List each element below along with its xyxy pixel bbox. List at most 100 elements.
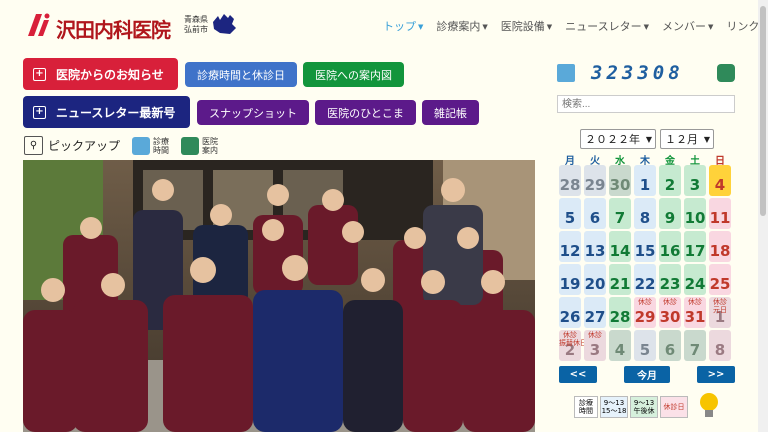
- calendar-day[interactable]: 9: [659, 198, 681, 229]
- calendar-day-number: 7: [689, 341, 701, 359]
- calendar-day[interactable]: 12: [559, 231, 581, 262]
- calendar-day[interactable]: 21: [609, 264, 631, 295]
- scrollbar-thumb[interactable]: [760, 6, 766, 216]
- calendar-day[interactable]: 18: [709, 231, 731, 262]
- calendar-day[interactable]: 8: [709, 330, 731, 361]
- calendar-day[interactable]: 7: [684, 330, 706, 361]
- calendar-day[interactable]: 26: [559, 297, 581, 328]
- calendar-day[interactable]: 4: [609, 330, 631, 361]
- calendar-day[interactable]: 1: [634, 165, 656, 196]
- calendar-day[interactable]: 20: [584, 264, 606, 295]
- plus-icon: +: [33, 67, 46, 81]
- calendar-day[interactable]: 2: [659, 165, 681, 196]
- plus-icon: +: [33, 105, 46, 119]
- counter-value: 323308: [591, 62, 684, 84]
- prev-month-button[interactable]: <<: [559, 366, 597, 383]
- calendar-day[interactable]: 5: [634, 330, 656, 361]
- calendar-day-number: 17: [684, 242, 706, 260]
- next-month-button[interactable]: >>: [697, 366, 735, 383]
- hours-button[interactable]: 診療時間と休診日: [185, 62, 297, 87]
- nav-item-1[interactable]: 診療案内 ▼: [436, 18, 487, 34]
- calendar-day-number: 27: [584, 308, 606, 326]
- calendar-day[interactable]: 28: [609, 297, 631, 328]
- calendar-day[interactable]: 17: [684, 231, 706, 262]
- current-month-button[interactable]: 今月: [624, 366, 670, 383]
- calendar-day[interactable]: 15: [634, 231, 656, 262]
- site-logo[interactable]: 沢田内科医院 青森県 弘前市: [22, 10, 236, 42]
- calendar-day[interactable]: 休診 3: [584, 330, 606, 361]
- calendar-day-number: 28: [609, 308, 631, 326]
- calendar-day[interactable]: 休診 29: [634, 297, 656, 328]
- clock-icon[interactable]: [132, 136, 151, 155]
- nav-item-0[interactable]: トップ ▼: [383, 18, 423, 34]
- staff-photo-illustration: [23, 160, 535, 432]
- search-input[interactable]: [557, 95, 735, 113]
- news-button[interactable]: + 医院からのお知らせ: [23, 58, 178, 90]
- calendar-day-number: 29: [584, 176, 606, 194]
- calendar-day[interactable]: 25: [709, 264, 731, 295]
- nav-item-label: ニュースレター: [565, 20, 642, 33]
- calendar-day-number: 19: [559, 275, 581, 293]
- logo-city: 弘前市: [184, 25, 208, 34]
- lightbulb-icon: [700, 393, 718, 417]
- pickup-hours-link[interactable]: 診療 時間: [153, 137, 169, 155]
- magnifier-icon: ⚲: [24, 136, 43, 155]
- legend-closed: 休診日: [660, 396, 688, 418]
- month-select[interactable]: １２月 ▼: [660, 129, 714, 149]
- hitokoma-button[interactable]: 医院のひとこま: [315, 100, 416, 125]
- calendar-day[interactable]: 13: [584, 231, 606, 262]
- calendar-day[interactable]: 6: [659, 330, 681, 361]
- calendar-day[interactable]: 7: [609, 198, 631, 229]
- calendar-day-number: 6: [589, 209, 601, 227]
- hospital-icon[interactable]: [181, 136, 200, 155]
- calendar-day[interactable]: 11: [709, 198, 731, 229]
- newsletter-button-label: ニュースレター最新号: [56, 105, 176, 120]
- calendar-day[interactable]: 30: [609, 165, 631, 196]
- calendar-day[interactable]: 22: [634, 264, 656, 295]
- calendar-day[interactable]: 16: [659, 231, 681, 262]
- calendar-day[interactable]: 5: [559, 198, 581, 229]
- calendar-day-number: 12: [559, 242, 581, 260]
- logo-text: 沢田内科医院: [56, 18, 171, 42]
- pickup-hours-line1: 診療: [153, 136, 170, 146]
- legend-full-day: 9～13 15～18: [600, 396, 628, 418]
- calendar-day-tag: 休診: [688, 298, 702, 306]
- calendar-day-tag: 休診 元日: [713, 298, 727, 314]
- calendar-day-number: 20: [584, 275, 606, 293]
- calendar-day[interactable]: 24: [684, 264, 706, 295]
- calendar-day[interactable]: 休診 30: [659, 297, 681, 328]
- calendar-day[interactable]: 19: [559, 264, 581, 295]
- calendar-day[interactable]: 休診 元日 1: [709, 297, 731, 328]
- nav-item-label: 医院設備: [500, 20, 545, 33]
- nav-item-5[interactable]: リンク: [726, 18, 759, 34]
- snapshot-button[interactable]: スナップショット: [197, 100, 309, 125]
- calendar-day[interactable]: 14: [609, 231, 631, 262]
- newsletter-button[interactable]: + ニュースレター最新号: [23, 96, 190, 128]
- calendar-day-number: 22: [634, 275, 656, 293]
- calendar-day[interactable]: 休診 振替休日 2: [559, 330, 587, 361]
- calendar-day-number: 10: [684, 209, 706, 227]
- calendar-day[interactable]: 8: [634, 198, 656, 229]
- calendar-day[interactable]: 28: [559, 165, 581, 196]
- nav-item-2[interactable]: 医院設備 ▼: [501, 18, 552, 34]
- year-select[interactable]: ２０２２年 ▼: [580, 129, 656, 149]
- chevron-down-icon: ▼: [482, 23, 488, 31]
- nav-item-label: 診療案内: [436, 20, 481, 33]
- notes-button[interactable]: 雑記帳: [422, 100, 479, 125]
- calendar-day[interactable]: 10: [684, 198, 706, 229]
- calendar-day[interactable]: 23: [659, 264, 681, 295]
- calendar-day[interactable]: 休診 31: [684, 297, 706, 328]
- calendar-day[interactable]: 29: [584, 165, 606, 196]
- calendar-day[interactable]: 27: [584, 297, 606, 328]
- calendar-day-number: 11: [709, 209, 731, 227]
- calendar-day[interactable]: 6: [584, 198, 606, 229]
- calendar-day-number: 28: [559, 176, 581, 194]
- pickup-guide-link[interactable]: 医院 案内: [202, 137, 218, 155]
- calendar-day-number: 26: [559, 308, 581, 326]
- calendar-day[interactable]: 3: [684, 165, 706, 196]
- map-button[interactable]: 医院への案内図: [303, 62, 404, 87]
- scrollbar[interactable]: [758, 0, 768, 432]
- nav-item-4[interactable]: メンバー ▼: [662, 18, 713, 34]
- nav-item-3[interactable]: ニュースレター ▼: [565, 18, 649, 34]
- calendar-day[interactable]: 4: [709, 165, 731, 196]
